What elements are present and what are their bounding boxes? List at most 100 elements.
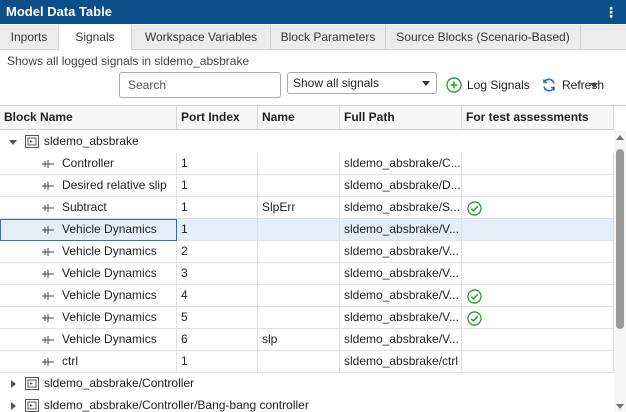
table-cell: 4 (177, 285, 258, 307)
chevron-right-icon[interactable] (8, 395, 18, 412)
tab-description: Shows all logged signals in sldemo_absbr… (7, 54, 250, 68)
table-row[interactable]: Vehicle Dynamics 3 sldemo_absbrake/V... (0, 263, 614, 285)
table-cell (462, 219, 614, 241)
port-index-value: 6 (181, 332, 188, 346)
full-path-value: sldemo_absbrake/V... (344, 244, 459, 258)
table-cell (462, 263, 614, 285)
full-path-value: sldemo_absbrake/V... (344, 222, 459, 236)
full-path-value: sldemo_absbrake/V... (344, 332, 459, 346)
column-header-full-path[interactable]: Full Path (340, 106, 462, 130)
table-row[interactable]: Subtract 1 SlpErr sldemo_absbrake/S... (0, 197, 614, 219)
table-cell (462, 307, 614, 329)
signal-filter-dropdown[interactable]: Show all signals (287, 72, 437, 94)
logged-signal-icon (42, 204, 54, 212)
table-cell (462, 153, 614, 175)
chevron-down-icon[interactable] (8, 131, 18, 153)
logged-signal-icon (42, 270, 54, 278)
column-header-block-name[interactable]: Block Name (0, 106, 177, 130)
table-row[interactable]: Vehicle Dynamics 4 sldemo_absbrake/V... (0, 285, 614, 307)
port-index-value: 1 (181, 156, 188, 170)
table-cell: sldemo_absbrake/V... (340, 329, 462, 351)
tab-block-parameters[interactable]: Block Parameters (271, 25, 386, 50)
full-path-value: sldemo_absbrake/V... (344, 266, 459, 280)
group-label: sldemo_absbrake/Controller (44, 376, 195, 390)
table-row[interactable]: Vehicle Dynamics 6 slp sldemo_absbrake/V... (0, 329, 614, 351)
table-cell (462, 241, 614, 263)
table-cell: Vehicle Dynamics (0, 219, 177, 241)
tab-workspace-variables[interactable]: Workspace Variables (132, 25, 271, 50)
table-cell (258, 263, 340, 285)
table-cell: sldemo_absbrake/V... (340, 219, 462, 241)
table-cell (462, 351, 614, 373)
block-name-label: Vehicle Dynamics (62, 288, 157, 302)
table-cell: Vehicle Dynamics (0, 263, 177, 285)
table-row[interactable]: ctrl 1 sldemo_absbrake/ctrl (0, 351, 614, 373)
logged-signal-icon (42, 292, 54, 300)
chevron-down-icon (422, 81, 430, 86)
scroll-thumb[interactable] (616, 149, 624, 329)
block-name-label: Vehicle Dynamics (62, 310, 157, 324)
check-circle-icon (467, 311, 482, 326)
full-path-value: sldemo_absbrake/V... (344, 288, 459, 302)
table-row[interactable]: Vehicle Dynamics 1 sldemo_absbrake/V... (0, 219, 614, 241)
vertical-scrollbar[interactable] (614, 131, 626, 412)
search-input[interactable] (119, 72, 281, 98)
tab-signals[interactable]: Signals (59, 25, 132, 51)
chevron-right-icon[interactable] (8, 373, 18, 395)
table-cell: 1 (177, 351, 258, 373)
port-index-value: 5 (181, 310, 188, 324)
table-cell (462, 285, 614, 307)
table-cell: Controller (0, 153, 177, 175)
table-cell (258, 153, 340, 175)
tab-source-blocks[interactable]: Source Blocks (Scenario-Based) (386, 25, 581, 50)
table-cell: sldemo_absbrake/V... (340, 307, 462, 329)
table-cell: 1 (177, 175, 258, 197)
group-row[interactable]: sldemo_absbrake/Controller/Bang-bang con… (0, 395, 614, 412)
column-header-name[interactable]: Name (258, 106, 340, 130)
group-row[interactable]: sldemo_absbrake (0, 131, 614, 153)
table-cell (462, 175, 614, 197)
full-path-value: sldemo_absbrake/V... (344, 310, 459, 324)
tab-bar: Inports Signals Workspace Variables Bloc… (0, 25, 626, 51)
tab-inports[interactable]: Inports (0, 25, 59, 50)
subsystem-block-icon (25, 377, 39, 390)
table-cell: 6 (177, 329, 258, 351)
table-cell: 5 (177, 307, 258, 329)
table-row[interactable]: Vehicle Dynamics 2 sldemo_absbrake/V... (0, 241, 614, 263)
block-name-label: Controller (62, 156, 115, 170)
table-cell: 3 (177, 263, 258, 285)
column-header-test-assessments[interactable]: For test assessments (462, 106, 614, 130)
logged-signal-icon (42, 226, 54, 234)
group-row[interactable]: sldemo_absbrake/Controller (0, 373, 614, 395)
table-cell: slp (258, 329, 340, 351)
column-header-port-index[interactable]: Port Index (177, 106, 258, 130)
table-cell (258, 307, 340, 329)
full-path-value: sldemo_absbrake/S... (344, 200, 461, 214)
more-options-icon[interactable]: ⋮ (604, 0, 618, 24)
signal-name-value: SlpErr (262, 200, 296, 214)
subsystem-block-icon (25, 135, 39, 148)
block-name-label: Subtract (62, 200, 107, 214)
port-index-value: 1 (181, 200, 188, 214)
subsystem-block-icon (25, 399, 39, 412)
full-path-value: sldemo_absbrake/D... (344, 178, 461, 192)
block-name-label: Desired relative slip (62, 178, 167, 192)
table-cell: Desired relative slip (0, 175, 177, 197)
toolbar: Show all signals Log Signals Refresh (0, 72, 626, 100)
check-circle-icon (467, 201, 482, 216)
scroll-up-icon[interactable] (616, 135, 624, 140)
table-row[interactable]: Controller 1 sldemo_absbrake/C... (0, 153, 614, 175)
table-row[interactable]: Vehicle Dynamics 5 sldemo_absbrake/V... (0, 307, 614, 329)
refresh-icon (543, 78, 555, 92)
scroll-down-icon[interactable] (616, 404, 624, 409)
refresh-options-chevron-icon[interactable] (590, 83, 598, 88)
table-cell (462, 329, 614, 351)
table-row[interactable]: Desired relative slip 1 sldemo_absbrake/D.… (0, 175, 614, 197)
group-label: sldemo_absbrake/Controller/Bang-bang con… (44, 398, 309, 412)
block-name-label: Vehicle Dynamics (62, 332, 157, 346)
table-cell: sldemo_absbrake/V... (340, 263, 462, 285)
log-signals-button[interactable]: Log Signals (446, 75, 530, 95)
block-name-label: Vehicle Dynamics (62, 244, 157, 258)
table-cell: 1 (177, 153, 258, 175)
signals-table: Block Name Port Index Name Full Path For… (0, 105, 626, 412)
